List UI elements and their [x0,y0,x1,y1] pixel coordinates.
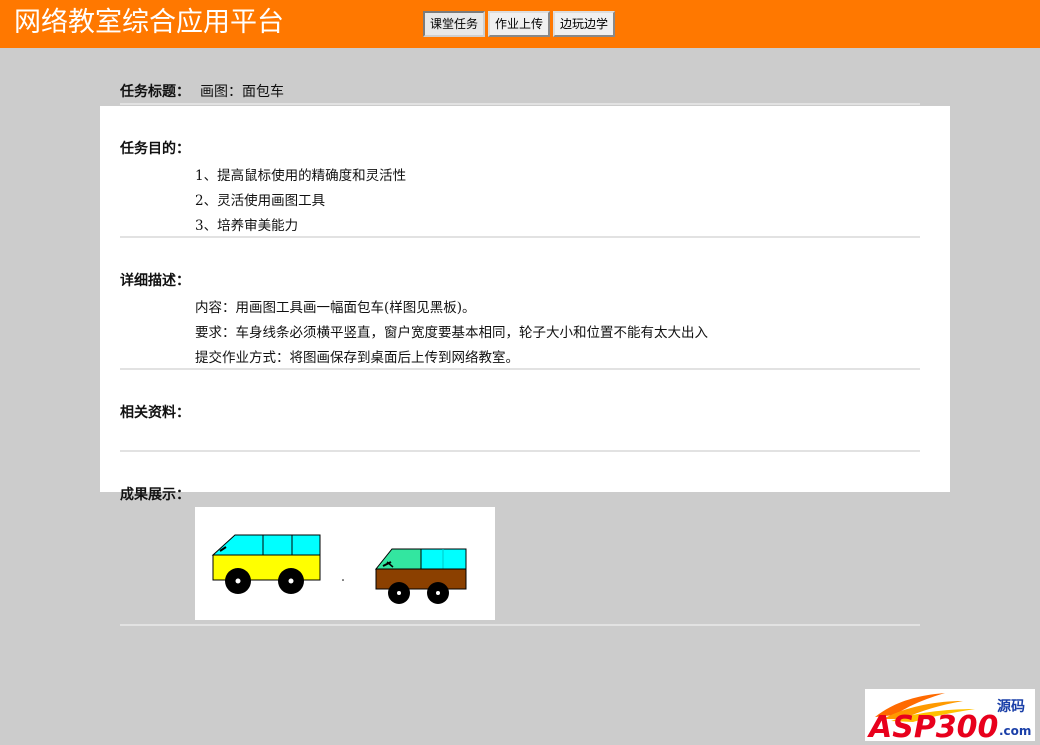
divider-detail [120,368,920,370]
watermark-brand: ASP300 [867,710,998,741]
task-title-value: 画图：面包车 [200,84,284,100]
van-drawings [211,534,467,604]
divider-title [120,103,920,105]
nav-homework-upload-button[interactable]: 作业上传 [488,11,551,37]
task-results-label: 成果展示： [120,487,190,503]
detail-item-submission: 提交作业方式：将图画保存到桌面后上传到网络教室。 [195,350,519,366]
detail-item-requirement: 要求：车身线条必须横平竖直，窗户宽度要基本相同，轮子大小和位置不能有太大出入 [195,325,708,341]
task-materials-label: 相关资料： [120,405,190,421]
purpose-item-1: 1、提高鼠标使用的精确度和灵活性 [195,168,407,184]
header-bar: 网络教室综合应用平台 课堂任务 作业上传 边玩边学 [0,0,1040,48]
purpose-item-3: 3、培养审美能力 [195,218,299,234]
watermark-logo: ASP300 源码 .com [865,689,1035,745]
detail-item-content: 内容：用画图工具画一幅面包车(样图见黑板)。 [195,300,476,316]
watermark-domain: .com [999,724,1031,738]
nav-play-learn-button[interactable]: 边玩边学 [553,11,616,37]
nav-bar: 课堂任务 作业上传 边玩边学 [423,11,616,37]
van-brown-drawing [374,548,467,604]
result-image [195,507,495,620]
flame-logo-icon: ASP300 源码 .com [867,693,1031,745]
task-detail-label: 详细描述： [120,273,190,289]
app-title: 网络教室综合应用平台 [14,7,284,38]
task-title-label: 任务标题： [120,84,190,100]
nav-classroom-task-button[interactable]: 课堂任务 [423,11,486,37]
task-purpose-label: 任务目的： [120,141,190,157]
van-yellow-drawing [211,534,321,594]
divider-materials [120,450,920,452]
divider-purpose [120,236,920,238]
divider-results [120,624,920,626]
watermark-suffix: 源码 [997,698,1025,715]
purpose-item-2: 2、灵活使用画图工具 [195,193,326,209]
